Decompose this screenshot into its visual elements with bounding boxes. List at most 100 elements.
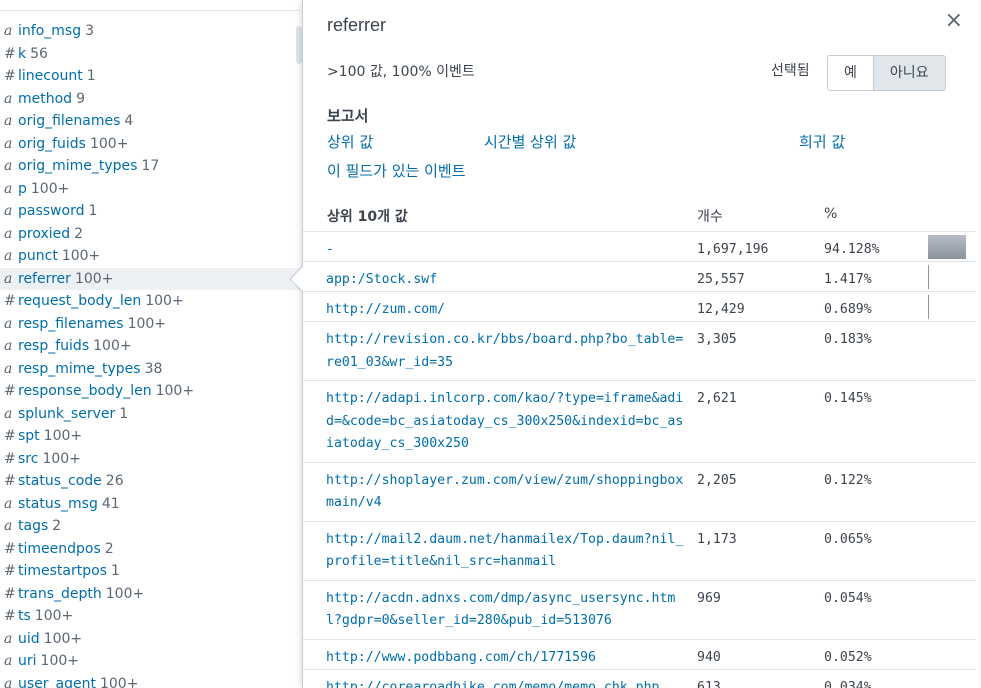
row-value-link[interactable]: http://revision.co.kr/bbs/board.php?bo_t…	[326, 329, 686, 374]
field-item-status-code[interactable]: # status_code 26	[0, 470, 300, 493]
field-item-password[interactable]: a password 1	[0, 200, 300, 223]
row-percent: 0.689%	[824, 302, 872, 317]
selected-yes-button[interactable]: 예	[828, 56, 873, 90]
field-name: ts	[18, 608, 31, 624]
table-row[interactable]: http://shoplayer.zum.com/view/zum/shoppi…	[303, 463, 976, 522]
field-name: proxied	[18, 225, 71, 242]
field-item-status-msg[interactable]: a status_msg 41	[0, 493, 300, 516]
field-count: 100+	[127, 315, 167, 332]
field-item-info-msg[interactable]: a info_msg 3	[0, 20, 300, 43]
field-count: 100+	[145, 293, 184, 309]
field-item-orig-fuids[interactable]: a orig_fuids 100+	[0, 133, 300, 156]
field-item-request-body-len[interactable]: # request_body_len 100+	[0, 290, 300, 313]
top-values-by-time-link[interactable]: 시간별 상위 값	[484, 131, 576, 152]
field-name: status_msg	[18, 495, 98, 512]
table-row[interactable]: http://revision.co.kr/bbs/board.php?bo_t…	[303, 322, 976, 381]
row-value-link[interactable]: -	[326, 239, 686, 262]
header-top-values: 상위 10개 값	[327, 209, 408, 225]
field-count: 100+	[105, 585, 145, 602]
field-item-uid[interactable]: a uid 100+	[0, 628, 300, 651]
sidebar-header-partial	[0, 0, 300, 11]
row-value-link[interactable]: http://www.podbbang.com/ch/1771596	[326, 647, 686, 670]
field-item-referrer[interactable]: a referrer 100+	[0, 267, 300, 290]
field-item-tags[interactable]: a tags 2	[0, 515, 300, 538]
string-type-icon: a	[4, 315, 13, 332]
field-item-p[interactable]: a p 100+	[0, 178, 300, 201]
row-count: 1,697,196	[697, 242, 769, 257]
field-name: referrer	[18, 270, 71, 287]
field-item-resp-fuids[interactable]: a resp_fuids 100+	[0, 335, 300, 358]
field-item-proxied[interactable]: a proxied 2	[0, 223, 300, 246]
field-item-splunk-server[interactable]: a splunk_server 1	[0, 403, 300, 426]
field-count: 17	[141, 158, 160, 174]
field-item-ts[interactable]: # ts 100+	[0, 605, 300, 628]
field-name: resp_mime_types	[18, 360, 141, 377]
field-item-uri[interactable]: a uri 100+	[0, 650, 300, 673]
table-row[interactable]: http://zum.com/12,429 0.689%	[303, 292, 976, 322]
table-row[interactable]: http://www.podbbang.com/ch/1771596 940 0.0…	[303, 640, 976, 670]
header-count: 개수	[697, 209, 723, 225]
field-item-orig-filenames[interactable]: a orig_filenames 4	[0, 110, 300, 133]
field-count: 2	[52, 518, 62, 534]
string-type-icon: a	[4, 90, 13, 107]
row-percent: 0.122%	[824, 472, 872, 488]
string-type-icon: a	[4, 23, 13, 39]
row-value-link[interactable]: http://corearoadbike.com/memo/memo_chk.p…	[326, 677, 686, 688]
close-icon[interactable]: ×	[945, 10, 963, 32]
field-name: uri	[18, 653, 37, 669]
field-item-trans-depth[interactable]: # trans_depth 100+	[0, 583, 300, 606]
field-count: 100+	[40, 653, 79, 669]
field-name: tags	[18, 518, 49, 534]
string-type-icon: a	[4, 225, 13, 242]
field-count: 1	[88, 203, 98, 219]
row-value-link[interactable]: http://zum.com/	[326, 299, 686, 322]
field-item-spt[interactable]: # spt 100+	[0, 425, 300, 448]
events-with-field-link[interactable]: 이 필드가 있는 이벤트	[327, 160, 466, 181]
selected-no-button[interactable]: 아니요	[872, 56, 945, 90]
string-type-icon: a	[4, 270, 13, 287]
field-item-user-agent[interactable]: a user_agent 100+	[0, 673, 300, 688]
field-item-resp-filenames[interactable]: a resp_filenames 100+	[0, 313, 300, 336]
field-item-timestartpos[interactable]: # timestartpos 1	[0, 560, 300, 583]
field-item-resp-mime-types[interactable]: a resp_mime_types 38	[0, 358, 300, 381]
row-value-link[interactable]: http://mail2.daum.net/hanmailex/Top.daum…	[326, 529, 686, 574]
number-type-icon: #	[4, 383, 16, 399]
table-row[interactable]: -1,697,196 94.128%	[303, 232, 976, 262]
field-item-response-body-len[interactable]: # response_body_len 100+	[0, 380, 300, 403]
field-item-timeendpos[interactable]: # timeendpos 2	[0, 538, 300, 561]
field-item-method[interactable]: a method 9	[0, 88, 300, 111]
row-count: 12,429	[697, 302, 745, 317]
row-percent-bar	[928, 235, 966, 259]
field-item-punct[interactable]: a punct 100+	[0, 245, 300, 268]
number-type-icon: #	[4, 45, 16, 62]
field-count: 1	[119, 405, 129, 422]
rare-values-link[interactable]: 희귀 값	[799, 131, 845, 152]
string-type-icon: a	[4, 630, 13, 647]
field-name: timestartpos	[18, 563, 107, 579]
field-count: 100+	[43, 428, 83, 444]
field-count: 100+	[43, 630, 83, 647]
table-row[interactable]: http://corearoadbike.com/memo/memo_chk.p…	[303, 670, 976, 688]
row-value-link[interactable]: http://adapi.inlcorp.com/kao/?type=ifram…	[326, 388, 686, 456]
row-count: 613	[697, 679, 721, 688]
row-percent: 1.417%	[824, 272, 872, 287]
table-row[interactable]: app:/Stock.swf 25,557 1.417%	[303, 262, 976, 292]
field-item-linecount[interactable]: # linecount 1	[0, 65, 300, 88]
field-count: 2	[104, 540, 114, 557]
field-item-k[interactable]: # k 56	[0, 43, 300, 66]
field-count: 100+	[34, 608, 74, 624]
table-row[interactable]: http://mail2.daum.net/hanmailex/Top.daum…	[303, 522, 976, 581]
row-count: 969	[697, 590, 721, 606]
row-percent: 0.065%	[824, 531, 872, 547]
row-value-link[interactable]: http://acdn.adnxs.com/dmp/async_usersync…	[326, 588, 686, 633]
field-item-src[interactable]: # src 100+	[0, 448, 300, 471]
table-row[interactable]: http://adapi.inlcorp.com/kao/?type=ifram…	[303, 381, 976, 463]
row-value-link[interactable]: app:/Stock.swf	[326, 269, 686, 292]
top-values-link[interactable]: 상위 값	[327, 131, 373, 152]
row-value-link[interactable]: http://shoplayer.zum.com/view/zum/shoppi…	[326, 470, 686, 515]
field-count: 1	[86, 68, 96, 84]
field-count: 100+	[93, 338, 132, 354]
field-name: k	[18, 45, 27, 62]
field-item-orig-mime-types[interactable]: a orig_mime_types 17	[0, 155, 300, 178]
table-row[interactable]: http://acdn.adnxs.com/dmp/async_usersync…	[303, 581, 976, 640]
